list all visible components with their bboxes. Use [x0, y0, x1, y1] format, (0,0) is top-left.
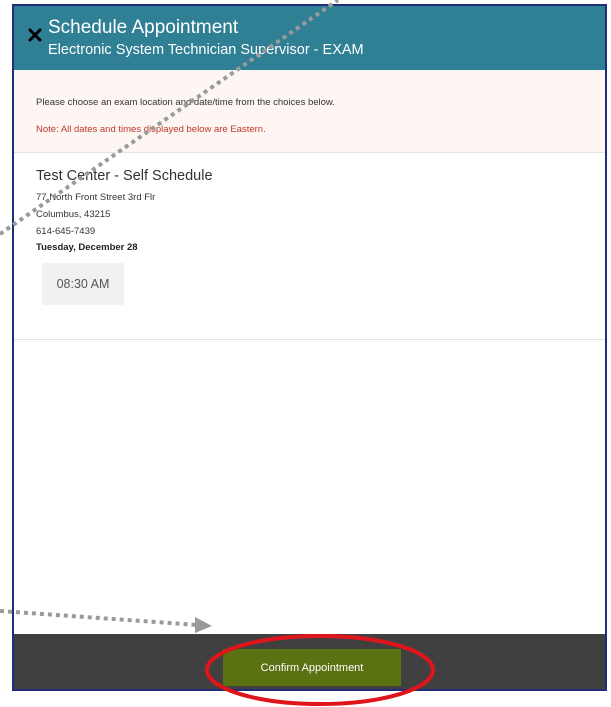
close-icon[interactable] [28, 28, 42, 42]
exam-name: Electronic System Technician Supervisor … [48, 42, 364, 58]
dialog-header: Schedule Appointment Electronic System T… [14, 6, 605, 70]
schedule-appointment-dialog: Schedule Appointment Electronic System T… [12, 4, 607, 691]
time-slot-button[interactable]: 08:30 AM [42, 263, 124, 305]
location-phone: 614-645-7439 [36, 226, 96, 237]
appointment-date: Tuesday, December 28 [36, 242, 138, 253]
dialog-footer: Confirm Appointment [14, 634, 605, 689]
screenshot-stage: Schedule Appointment Electronic System T… [0, 0, 611, 707]
dialog-title: Schedule Appointment [48, 17, 239, 38]
timezone-note: Note: All dates and times displayed belo… [36, 124, 266, 135]
confirm-appointment-button[interactable]: Confirm Appointment [223, 649, 401, 686]
location-city-zip: Columbus, 43215 [36, 209, 111, 220]
location-street: 77 North Front Street 3rd Flr [36, 192, 156, 203]
instructions-panel: Please choose an exam location and date/… [14, 70, 605, 153]
instruction-text: Please choose an exam location and date/… [36, 97, 335, 108]
location-card: Test Center - Self Schedule 77 North Fro… [14, 152, 605, 340]
location-name: Test Center - Self Schedule [36, 168, 213, 184]
